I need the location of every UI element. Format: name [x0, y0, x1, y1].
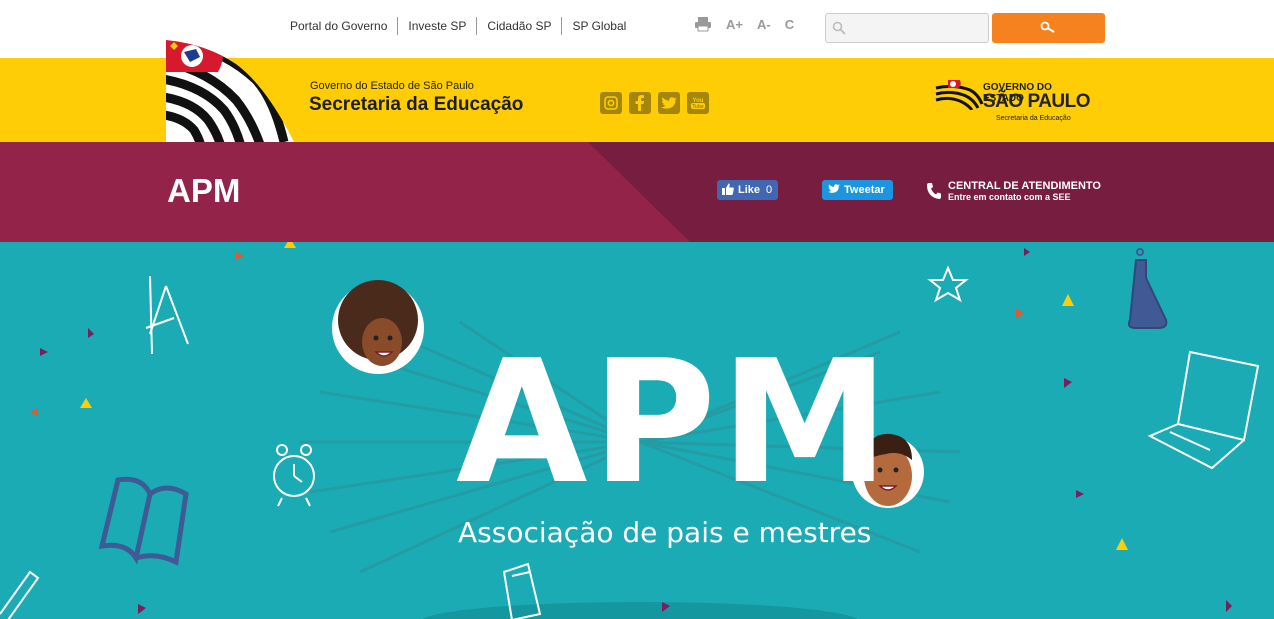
contact-subtitle: Entre em contato com a SEE: [948, 192, 1071, 202]
clock-icon: [273, 444, 315, 507]
girl-avatar: [332, 280, 424, 374]
contrast-button[interactable]: C: [785, 17, 794, 32]
contact-title: CENTRAL DE ATENDIMENTO: [948, 180, 1101, 192]
font-increase-button[interactable]: A+: [726, 17, 743, 32]
search-icon: [832, 21, 846, 40]
pencil-icon: [0, 570, 40, 619]
tweet-button[interactable]: Tweetar: [822, 180, 893, 200]
like-count: 0: [766, 184, 773, 196]
instagram-icon[interactable]: [600, 92, 622, 114]
printer-icon[interactable]: [694, 16, 712, 32]
search-button[interactable]: [992, 13, 1105, 43]
phone-icon: [926, 182, 942, 205]
twitter-icon[interactable]: [658, 92, 680, 114]
facebook-icon[interactable]: [629, 92, 651, 114]
nav-link-sp-global[interactable]: SP Global: [562, 17, 636, 35]
nav-link-investe-sp[interactable]: Investe SP: [398, 17, 478, 35]
flask-icon: [1127, 248, 1168, 329]
laptop-icon: [1147, 350, 1260, 470]
search-field[interactable]: [825, 13, 989, 43]
logo-line-2: SÃO PAULO: [983, 91, 1091, 112]
secretaria-title: Secretaria da Educação: [309, 94, 524, 115]
nav-link-portal-do-governo[interactable]: Portal do Governo: [280, 17, 399, 35]
sao-paulo-flag-icon: [166, 40, 294, 142]
page-title: APM: [167, 172, 241, 209]
font-decrease-button[interactable]: A-: [757, 17, 771, 32]
accessibility-tools: A+ A- C: [694, 16, 794, 32]
search-input[interactable]: [850, 18, 984, 38]
nav-link-cidadao-sp[interactable]: Cidadão SP: [477, 17, 563, 35]
facebook-like-button[interactable]: Like 0: [717, 180, 778, 200]
key-icon: [1040, 21, 1058, 36]
star-icon: [927, 265, 969, 303]
government-subtitle: Governo do Estado de São Paulo: [310, 80, 474, 92]
logo-line-3: Secretaria da Educação: [996, 115, 1071, 122]
page-title-band: APM Like 0 Tweetar CENTRAL DE ATENDIMENT…: [0, 142, 1274, 242]
apm-hero-banner: APM Associação de pais e mestres: [0, 242, 1274, 619]
social-links: You Tube: [600, 92, 709, 114]
thumbs-up-icon: [722, 183, 734, 198]
government-links-nav: Portal do Governo Investe SP Cidadão SP …: [280, 17, 636, 35]
page: Portal do Governo Investe SP Cidadão SP …: [0, 0, 1274, 619]
governo-sao-paulo-logo[interactable]: GOVERNO DO ESTADO SÃO PAULO Secretaria d…: [934, 76, 1094, 126]
book-icon: [98, 476, 189, 566]
like-label: Like: [738, 184, 761, 196]
youtube-icon[interactable]: You Tube: [687, 92, 709, 114]
banner-title: APM: [456, 324, 894, 522]
twitter-bird-icon: [828, 183, 840, 197]
svg-text:Tube: Tube: [692, 104, 704, 110]
sp-flag-icon: [935, 80, 984, 110]
tweet-label: Tweetar: [844, 184, 885, 196]
banner-subtitle: Associação de pais e mestres: [458, 516, 872, 549]
compass-icon: [145, 275, 189, 355]
